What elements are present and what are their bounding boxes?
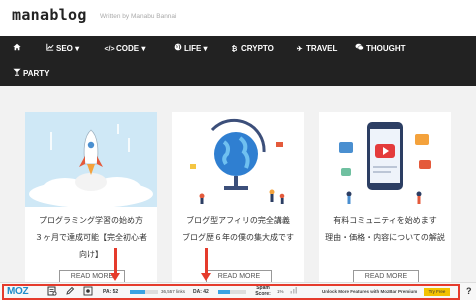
rocket-illustration (25, 112, 157, 208)
bitcoin-icon: ₿ (231, 46, 238, 53)
nav-item-thought[interactable]: THOUGHT (354, 36, 406, 61)
nav-item-home[interactable] (11, 36, 23, 61)
site-header: manablog Written by Manabu Bannai (0, 0, 476, 36)
article-card[interactable]: 有料コミュニティを始めます 理由・価格・内容についての解説 READ MORE (319, 112, 451, 284)
nav-label-seo: SEO ▾ (56, 44, 80, 53)
chat-icon (354, 37, 365, 62)
nav-item-travel[interactable]: ✈ TRAVEL (294, 36, 338, 61)
nav-item-code[interactable]: </>CODE ▾ (104, 36, 145, 61)
nav-label-thought: THOUGHT (366, 44, 406, 53)
main-content: プログラミング学習の始め方 ３ヶ月で達成可能【完全初心者 向け】 READ MO… (0, 86, 476, 284)
article-title-line[interactable]: プログラミング学習の始め方 (25, 215, 157, 226)
globe-icon (172, 37, 183, 62)
nav-label-crypto: CRYPTO (241, 44, 274, 53)
article-title-line[interactable]: 理由・価格・内容についての解説 (319, 232, 451, 243)
nav-item-crypto[interactable]: ₿ CRYPTO (229, 36, 274, 61)
chart-icon (44, 37, 55, 62)
article-title-line[interactable]: ブログ歴６年の僕の集大成です (172, 232, 304, 243)
nav-label-life: LIFE ▾ (184, 44, 208, 53)
article-title-line[interactable]: 有料コミュニティを始めます (319, 215, 451, 226)
cocktail-icon (11, 62, 22, 87)
help-icon[interactable]: ? (466, 286, 472, 296)
home-icon (11, 37, 22, 62)
code-icon: </> (104, 46, 115, 53)
site-tagline: Written by Manabu Bannai (100, 13, 177, 20)
article-title-line[interactable]: 向け】 (25, 249, 157, 260)
nav-label-code: CODE ▾ (116, 44, 146, 53)
article-card[interactable]: ブログ型アフィリの完全講義 ブログ歴６年の僕の集大成です READ MORE (172, 112, 304, 284)
annotation-highlight-box (2, 284, 460, 300)
site-logo[interactable]: manablog (12, 6, 87, 24)
smartphone-video-illustration (319, 112, 451, 207)
nav-item-life[interactable]: LIFE ▾ (172, 36, 208, 61)
nav-item-party[interactable]: PARTY (11, 61, 50, 86)
nav-item-seo[interactable]: SEO ▾ (44, 36, 79, 61)
article-title-line[interactable]: ブログ型アフィリの完全講義 (172, 215, 304, 226)
mozbar-toolbar: MOZ PA: 52 36,557 links DA: 42 Spam Scor… (0, 282, 476, 300)
nav-label-travel: TRAVEL (306, 44, 338, 53)
globe-illustration (172, 112, 304, 207)
article-title-line[interactable]: ３ヶ月で達成可能【完全初心者 (25, 232, 157, 243)
nav-label-party: PARTY (23, 69, 50, 78)
main-nav: SEO ▾ </>CODE ▾ LIFE ▾ ₿ CRYPTO ✈ TRAVEL T… (0, 36, 476, 86)
article-card[interactable]: プログラミング学習の始め方 ３ヶ月で達成可能【完全初心者 向け】 READ MO… (25, 112, 157, 284)
plane-icon: ✈ (296, 46, 303, 53)
